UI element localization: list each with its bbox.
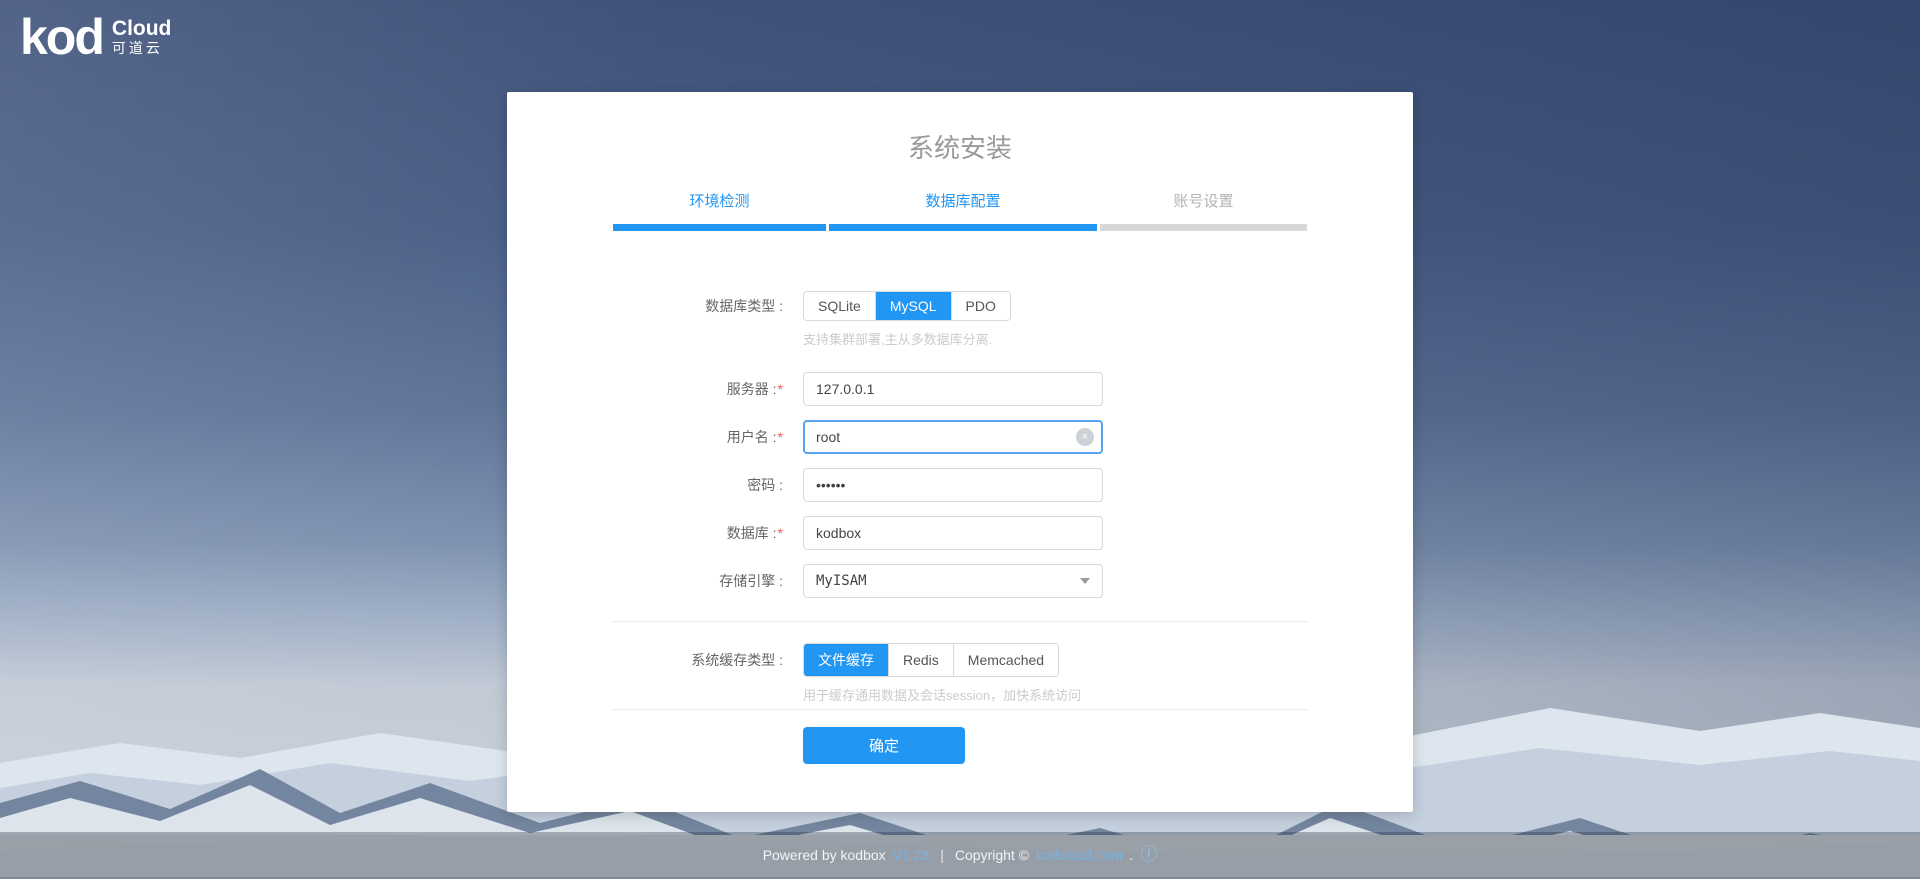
app-logo: kod Cloud 可道云: [20, 12, 171, 62]
database-config-form: 数据库类型 : SQLite MySQL PDO 支持集群部署,主从多数据库分离…: [613, 291, 1307, 764]
cache-option-redis[interactable]: Redis: [888, 644, 953, 676]
logo-cloud-text: Cloud: [112, 18, 171, 40]
db-type-option-pdo[interactable]: PDO: [951, 292, 1010, 320]
section-divider: [613, 621, 1307, 622]
footer-period: .: [1129, 847, 1133, 863]
powered-by-text: Powered by kodbox: [763, 847, 886, 863]
page: kod Cloud 可道云 系统安装 环境检测 数据库配置 账号设置 数据库类: [0, 0, 1920, 879]
kodcloud-link[interactable]: kodcloud.com: [1036, 847, 1122, 863]
cache-option-file[interactable]: 文件缓存: [804, 644, 888, 676]
chevron-down-icon: [1080, 578, 1090, 584]
db-type-helper-text: 支持集群部署,主从多数据库分离.: [803, 329, 1307, 348]
info-icon[interactable]: ⓘ: [1140, 846, 1157, 863]
cache-option-memcached[interactable]: Memcached: [953, 644, 1058, 676]
server-label: 服务器 :*: [613, 379, 803, 399]
cache-type-label: 系统缓存类型 :: [613, 650, 803, 670]
clear-input-icon[interactable]: ×: [1076, 428, 1094, 446]
footer: Powered by kodbox V1.23 | Copyright © ko…: [0, 832, 1920, 879]
progress-segment-done: [613, 224, 826, 231]
wizard-steps: 环境检测 数据库配置 账号设置: [613, 190, 1307, 211]
logo-chinese-text: 可道云: [112, 40, 171, 57]
storage-engine-value: MyISAM: [816, 573, 867, 589]
required-asterisk: *: [778, 429, 783, 445]
database-name-input[interactable]: [803, 516, 1103, 550]
tab-database-config[interactable]: 数据库配置: [829, 190, 1097, 211]
tab-environment-check[interactable]: 环境检测: [613, 190, 826, 211]
logo-kod-text: kod: [20, 12, 103, 62]
storage-engine-label: 存储引擎 :: [613, 571, 803, 591]
password-label: 密码 :: [613, 475, 803, 495]
username-input[interactable]: [803, 420, 1103, 454]
cache-type-button-group: 文件缓存 Redis Memcached: [803, 643, 1059, 677]
cache-helper-text: 用于缓存通用数据及会话session，加快系统访问: [803, 685, 1307, 704]
tab-account-setup[interactable]: 账号设置: [1100, 190, 1307, 211]
copyright-text: Copyright ©: [955, 847, 1029, 863]
confirm-button[interactable]: 确定: [803, 727, 965, 764]
section-divider: [613, 709, 1307, 710]
version-link[interactable]: V1.23: [893, 847, 930, 863]
db-type-button-group: SQLite MySQL PDO: [803, 291, 1011, 321]
db-type-option-mysql[interactable]: MySQL: [875, 292, 951, 320]
server-input[interactable]: [803, 372, 1103, 406]
footer-divider: |: [940, 847, 944, 863]
database-name-label: 数据库 :*: [613, 523, 803, 543]
progress-segment-pending: [1100, 224, 1307, 231]
page-title: 系统安装: [613, 128, 1307, 165]
progress-bar: [613, 224, 1307, 231]
username-label: 用户名 :*: [613, 427, 803, 447]
storage-engine-select[interactable]: MyISAM: [803, 564, 1103, 598]
required-asterisk: *: [778, 525, 783, 541]
required-asterisk: *: [778, 381, 783, 397]
install-card: 系统安装 环境检测 数据库配置 账号设置 数据库类型 : SQLite: [507, 92, 1413, 812]
password-input[interactable]: [803, 468, 1103, 502]
db-type-option-sqlite[interactable]: SQLite: [804, 292, 875, 320]
db-type-label: 数据库类型 :: [613, 296, 803, 316]
progress-segment-active: [829, 224, 1097, 231]
